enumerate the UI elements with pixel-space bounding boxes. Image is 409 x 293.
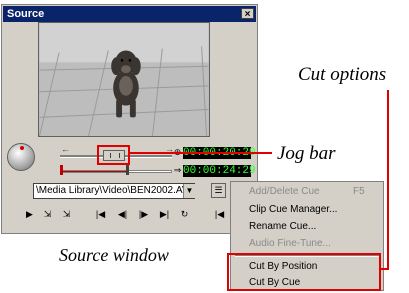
trim-bar[interactable]	[60, 170, 172, 173]
trim-range	[62, 171, 128, 172]
jog-bar-leader-line	[130, 152, 272, 154]
jog-bar-highlight	[97, 145, 130, 165]
cut-options-leader-v	[387, 90, 389, 270]
mark-in-icon[interactable]: ⇲	[40, 208, 55, 220]
go-to-start-icon[interactable]: |◀	[93, 208, 108, 220]
mark-out-icon[interactable]: ⇲	[59, 208, 74, 220]
step-back-icon[interactable]: ◀|	[115, 208, 130, 220]
source-path-field[interactable]: \Media Library\Video\BEN2002.AVI	[33, 183, 195, 199]
menu-item-label: Add/Delete Cue	[249, 186, 320, 197]
trim-out-handle[interactable]	[126, 165, 129, 175]
menu-item-label: Rename Cue...	[249, 221, 317, 232]
menu-item-rename-cue[interactable]: Rename Cue...	[249, 220, 316, 234]
menu-item-label: Clip Cue Manager...	[249, 204, 338, 215]
menu-item-clip-cue-manager[interactable]: Clip Cue Manager...	[249, 203, 337, 217]
go-to-end-icon[interactable]: ▶|	[157, 208, 172, 220]
menu-item-label: Audio Fine-Tune...	[249, 238, 331, 249]
duration-timecode[interactable]: 00:00:24:29	[183, 165, 256, 177]
jog-left-arrow-icon: ←	[61, 144, 70, 154]
duration-icon: ⇒	[173, 165, 182, 175]
cut-options-label: Cut options	[298, 64, 387, 85]
menu-item-shortcut: F5	[353, 186, 365, 197]
cut-options-highlight	[227, 253, 381, 291]
preview-image	[39, 23, 209, 136]
extra-control-icon[interactable]: |◀	[212, 208, 227, 220]
loop-icon[interactable]: ↻	[177, 208, 192, 220]
close-icon[interactable]: ×	[241, 8, 254, 20]
jog-dial-icon[interactable]	[7, 143, 35, 171]
dial-indicator	[20, 146, 24, 150]
source-path-text: \Media Library\Video\BEN2002.AVI	[36, 185, 192, 196]
window-title-bar[interactable]: Source ×	[3, 6, 256, 22]
options-icon[interactable]: ☰	[211, 183, 226, 198]
dropdown-arrow-icon[interactable]: ▼	[183, 184, 195, 198]
step-forward-icon[interactable]: |▶	[136, 208, 151, 220]
window-title: Source	[7, 8, 45, 20]
menu-item-add-delete-cue[interactable]: Add/Delete Cue F5	[249, 185, 365, 199]
menu-item-audio-fine-tune[interactable]: Audio Fine-Tune...	[249, 237, 331, 251]
source-window-caption: Source window	[59, 245, 169, 265]
jog-bar-label: Jog bar	[277, 143, 336, 164]
trim-in-handle[interactable]	[60, 165, 63, 175]
play-icon[interactable]: ▶	[22, 208, 37, 220]
video-preview	[38, 22, 210, 137]
